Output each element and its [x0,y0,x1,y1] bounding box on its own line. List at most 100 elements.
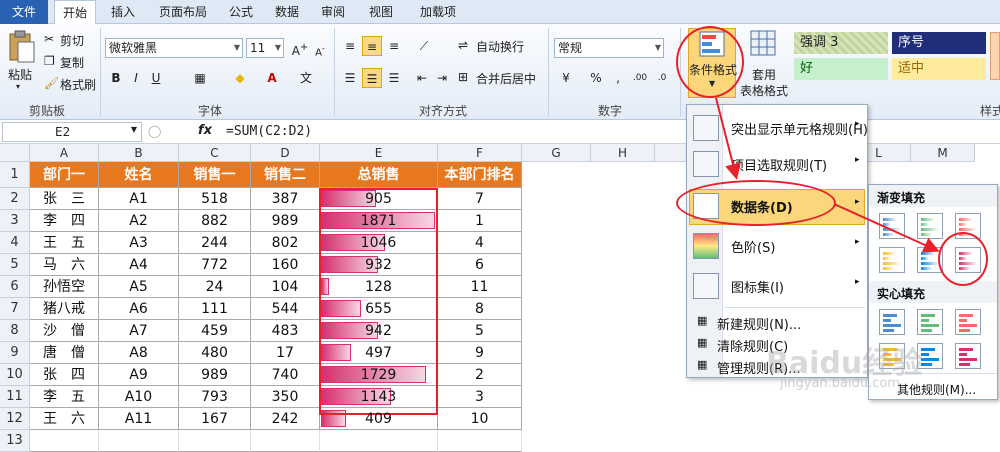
style-accent3[interactable]: 强调 3 [794,32,888,54]
column-header[interactable]: M [911,144,975,162]
table-cell[interactable]: A8 [99,342,179,364]
table-cell[interactable]: 480 [179,342,251,364]
italic-button[interactable]: I [126,68,146,88]
menu-new-rule[interactable]: 新建规则(N)... [717,314,801,333]
column-header[interactable]: G [522,144,591,162]
table-cell[interactable]: A4 [99,254,179,276]
gradient-databar-option[interactable] [879,247,905,273]
table-cell[interactable]: 387 [251,188,320,210]
table-cell[interactable]: 8 [438,298,522,320]
decrease-decimal-icon[interactable]: .0 [652,68,672,88]
merge-center-button[interactable]: 合并后居中 [476,70,536,87]
tab-review[interactable]: 审阅 [312,0,354,24]
table-header-cell[interactable]: 姓名 [99,162,179,188]
increase-decimal-icon[interactable]: .00 [630,68,650,88]
table-cell[interactable]: 10 [438,408,522,430]
table-cell[interactable]: 11 [438,276,522,298]
orientation-icon[interactable]: ⟋ [414,36,434,56]
table-cell[interactable]: 3 [438,386,522,408]
table-cell[interactable]: 唐 僧 [30,342,99,364]
table-cell[interactable]: 160 [251,254,320,276]
table-header-cell[interactable]: 总销售 [320,162,438,188]
solid-databar-option[interactable] [955,309,981,335]
tab-view[interactable]: 视图 [360,0,402,24]
bold-button[interactable]: B [106,68,126,88]
currency-icon[interactable]: ¥ [556,68,576,88]
table-cell[interactable]: 王 六 [30,408,99,430]
increase-indent-icon[interactable]: ⇥ [432,68,452,88]
row-header[interactable]: 10 [0,364,30,386]
wrap-text-button[interactable]: 自动换行 [476,38,524,55]
table-cell[interactable]: 989 [179,364,251,386]
align-right-icon[interactable]: ☰ [384,68,404,88]
table-cell[interactable]: 167 [179,408,251,430]
tab-home[interactable]: 开始 [54,0,96,25]
column-header[interactable]: F [438,144,522,162]
table-cell[interactable] [30,430,99,452]
table-cell[interactable] [320,430,438,452]
border-icon[interactable]: ▦ [190,68,210,88]
table-cell[interactable]: 244 [179,232,251,254]
copy-button[interactable]: 复制 [60,54,84,71]
table-cell[interactable]: A7 [99,320,179,342]
table-cell[interactable]: A10 [99,386,179,408]
submenu-more-rules[interactable]: 其他规则(M)... [897,381,976,398]
table-cell[interactable]: 马 六 [30,254,99,276]
table-cell[interactable]: 9 [438,342,522,364]
table-cell[interactable]: A5 [99,276,179,298]
table-cell[interactable] [251,430,320,452]
table-cell[interactable]: A2 [99,210,179,232]
table-cell[interactable]: 740 [251,364,320,386]
table-header-cell[interactable]: 本部门排名 [438,162,522,188]
fill-color-icon[interactable]: ◆ [230,68,250,88]
paste-dropdown-icon[interactable]: ▾ [16,82,20,91]
row-header[interactable]: 9 [0,342,30,364]
table-header-cell[interactable]: 销售二 [251,162,320,188]
table-cell[interactable]: 802 [251,232,320,254]
row-header[interactable]: 7 [0,298,30,320]
row-header[interactable]: 8 [0,320,30,342]
font-size-combo[interactable]: 11 ▼ [246,38,284,58]
formula-input[interactable]: =SUM(C2:D2) [226,124,312,139]
align-left-icon[interactable]: ☰ [340,68,360,88]
table-cell[interactable]: 6 [438,254,522,276]
table-header-cell[interactable]: 部门一 [30,162,99,188]
row-header[interactable]: 2 [0,188,30,210]
style-more[interactable] [990,32,1000,80]
row-header[interactable]: 5 [0,254,30,276]
table-cell[interactable]: 882 [179,210,251,232]
tab-addins[interactable]: 加载项 [410,0,466,24]
table-cell[interactable]: 17 [251,342,320,364]
table-cell[interactable]: 111 [179,298,251,320]
row-header[interactable]: 12 [0,408,30,430]
row-header[interactable]: 11 [0,386,30,408]
table-cell[interactable]: 猪八戒 [30,298,99,320]
menu-top-bottom-rules[interactable]: 项目选取规则(T) [731,155,827,174]
phonetic-icon[interactable]: 文 [296,68,316,88]
increase-font-icon[interactable]: A+ [290,38,310,58]
table-cell[interactable]: 518 [179,188,251,210]
table-cell[interactable]: A1 [99,188,179,210]
cut-button[interactable]: 剪切 [60,32,84,49]
menu-color-scales[interactable]: 色阶(S) [731,237,775,256]
select-all-corner[interactable] [0,144,30,162]
name-box[interactable]: E2 ▼ [2,122,142,142]
table-cell[interactable]: 793 [179,386,251,408]
solid-databar-option[interactable] [955,343,981,369]
table-cell[interactable]: 张 四 [30,364,99,386]
table-cell[interactable]: 4 [438,232,522,254]
table-cell[interactable]: 350 [251,386,320,408]
tab-file[interactable]: 文件 [0,0,48,24]
row-header[interactable]: 1 [0,162,30,188]
format-painter-button[interactable]: 格式刷 [60,76,96,93]
table-cell[interactable]: 7 [438,188,522,210]
column-header[interactable]: A [30,144,99,162]
format-as-table-button[interactable]: 套用 表格格式 [740,28,788,98]
align-bottom-icon[interactable]: ≡ [384,36,404,56]
column-header[interactable]: D [251,144,320,162]
table-cell[interactable]: 1 [438,210,522,232]
table-cell[interactable] [99,430,179,452]
number-format-combo[interactable]: 常规 ▼ [554,38,664,58]
row-header[interactable]: 4 [0,232,30,254]
font-color-icon[interactable]: A [262,68,282,88]
